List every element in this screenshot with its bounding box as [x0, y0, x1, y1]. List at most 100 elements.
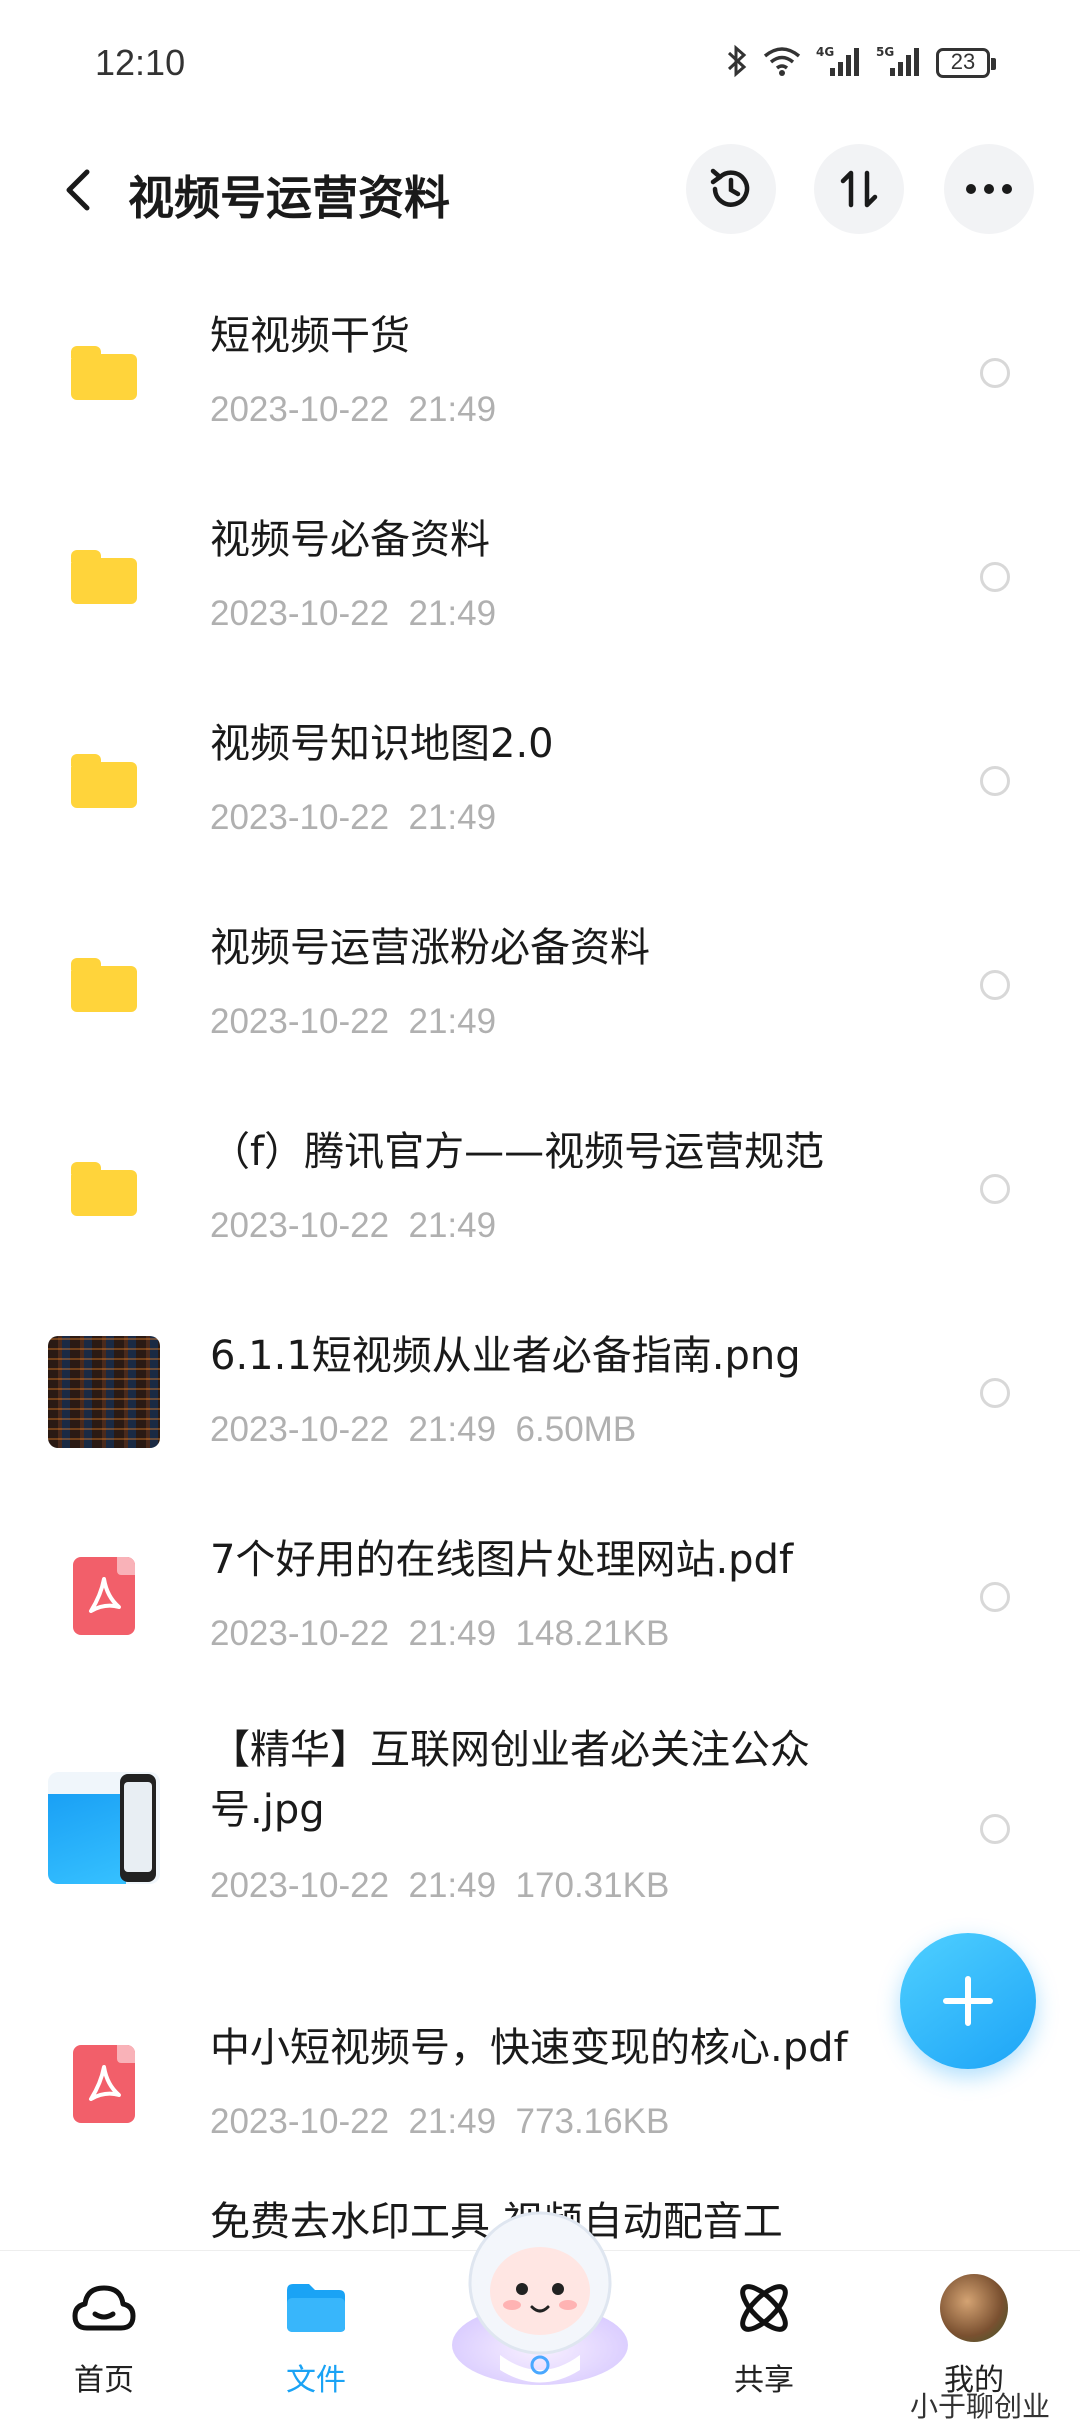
header: 视频号运营资料 [0, 140, 1080, 240]
file-row[interactable]: 7个好用的在线图片处理网站.pdf 2023-10-22 21:49 148.2… [0, 1494, 1080, 1694]
status-bar: 12:10 4G 5G 23 [0, 0, 1080, 130]
folder-icon [281, 2273, 351, 2343]
battery-level: 23 [950, 49, 976, 74]
pdf-icon [46, 1538, 162, 1654]
file-row[interactable]: 视频号必备资料 2023-10-22 21:49 [0, 474, 1080, 674]
sort-icon [840, 170, 878, 208]
bluetooth-icon [726, 44, 748, 82]
select-radio[interactable] [980, 562, 1010, 592]
page-title: 视频号运营资料 [128, 171, 450, 225]
file-time: 21:49 [408, 1206, 497, 1245]
file-size: 6.50MB [515, 1410, 637, 1449]
file-row[interactable]: （f）腾讯官方——视频号运营规范 2023-10-22 21:49 [0, 1086, 1080, 1286]
file-time: 21:49 [408, 1614, 497, 1653]
image-thumbnail [46, 1334, 162, 1450]
watermark: 小于聊创业 [909, 2390, 1050, 2423]
status-time: 12:10 [95, 42, 186, 83]
file-name: 7个好用的在线图片处理网站.pdf [210, 1537, 794, 1583]
file-name: 短视频干货 [210, 313, 410, 359]
image-thumbnail [46, 1770, 162, 1886]
file-meta: 2023-10-22 21:49 [210, 1206, 496, 1246]
file-row[interactable]: 6.1.1短视频从业者必备指南.png 2023-10-22 21:49 6.5… [0, 1290, 1080, 1490]
file-date: 2023-10-22 [210, 1866, 390, 1905]
file-time: 21:49 [408, 1002, 497, 1041]
select-radio[interactable] [980, 1378, 1010, 1408]
mascot-icon [452, 2211, 628, 2385]
file-meta: 2023-10-22 21:49 773.16KB [210, 2102, 669, 2142]
folder-icon [46, 314, 162, 430]
nav-label: 首页 [74, 2363, 134, 2398]
back-button[interactable] [50, 162, 106, 218]
file-size: 170.31KB [515, 1866, 670, 1905]
nav-share[interactable]: 共享 [684, 2273, 844, 2398]
more-icon [966, 184, 1012, 194]
file-meta: 2023-10-22 21:49 6.50MB [210, 1410, 636, 1450]
select-radio[interactable] [980, 1814, 1010, 1844]
file-size: 148.21KB [515, 1614, 670, 1653]
file-date: 2023-10-22 [210, 798, 390, 837]
network-label-2: 5G [876, 45, 894, 59]
history-button[interactable] [686, 144, 776, 234]
file-row[interactable]: 【精华】互联网创业者必关注公众号.jpg 2023-10-22 21:49 17… [0, 1698, 1080, 1958]
file-time: 21:49 [408, 390, 497, 429]
select-radio[interactable] [980, 1582, 1010, 1612]
file-name: 视频号运营涨粉必备资料 [210, 925, 650, 971]
status-icons: 4G 5G 23 [726, 44, 996, 82]
file-date: 2023-10-22 [210, 390, 390, 429]
file-name: 中小短视频号，快速变现的核心.pdf [210, 2025, 848, 2071]
file-size: 773.16KB [515, 2102, 670, 2141]
history-icon [710, 168, 750, 207]
cloud-home-icon [69, 2273, 139, 2343]
battery-icon: 23 [936, 48, 996, 78]
file-row[interactable]: 短视频干货 2023-10-22 21:49 [0, 270, 1080, 470]
file-row[interactable]: 视频号知识地图2.0 2023-10-22 21:49 [0, 678, 1080, 878]
file-name: 6.1.1短视频从业者必备指南.png [210, 1333, 801, 1379]
wifi-icon [762, 45, 802, 81]
file-meta: 2023-10-22 21:49 [210, 594, 496, 634]
nav-files[interactable]: 文件 [236, 2273, 396, 2398]
file-date: 2023-10-22 [210, 1206, 390, 1245]
file-meta: 2023-10-22 21:49 148.21KB [210, 1614, 669, 1654]
share-atom-icon [729, 2273, 799, 2343]
file-time: 21:49 [408, 2102, 497, 2141]
pdf-icon [46, 2026, 162, 2142]
folder-icon [46, 1130, 162, 1246]
nav-home[interactable]: 首页 [24, 2273, 184, 2398]
file-meta: 2023-10-22 21:49 170.31KB [210, 1866, 669, 1906]
mascot-button[interactable] [440, 2195, 640, 2395]
nav-profile[interactable]: 我的 [894, 2273, 1054, 2398]
network-label-1: 4G [816, 45, 834, 59]
signal-icon: 5G [876, 44, 922, 82]
file-meta: 2023-10-22 21:49 [210, 390, 496, 430]
file-time: 21:49 [408, 1410, 497, 1449]
more-button[interactable] [944, 144, 1034, 234]
avatar [939, 2273, 1009, 2343]
plus-icon [943, 1976, 993, 2026]
select-radio[interactable] [980, 766, 1010, 796]
file-time: 21:49 [408, 594, 497, 633]
select-radio[interactable] [980, 1174, 1010, 1204]
file-meta: 2023-10-22 21:49 [210, 1002, 496, 1042]
folder-icon [46, 518, 162, 634]
file-time: 21:49 [408, 798, 497, 837]
nav-label: 文件 [286, 2363, 346, 2398]
file-name: 视频号必备资料 [210, 517, 490, 563]
file-date: 2023-10-22 [210, 594, 390, 633]
file-time: 21:49 [408, 1866, 497, 1905]
file-name: 【精华】互联网创业者必关注公众号.jpg [210, 1727, 810, 1833]
file-name: 视频号知识地图2.0 [210, 721, 554, 767]
select-radio[interactable] [980, 970, 1010, 1000]
select-radio[interactable] [980, 358, 1010, 388]
file-row[interactable]: 视频号运营涨粉必备资料 2023-10-22 21:49 [0, 882, 1080, 1082]
file-date: 2023-10-22 [210, 2102, 390, 2141]
signal-icon: 4G [816, 44, 862, 82]
nav-label: 共享 [734, 2363, 794, 2398]
file-meta: 2023-10-22 21:49 [210, 798, 496, 838]
chevron-left-icon [66, 169, 90, 211]
sort-button[interactable] [814, 144, 904, 234]
file-date: 2023-10-22 [210, 1410, 390, 1449]
folder-icon [46, 926, 162, 1042]
folder-icon [46, 722, 162, 838]
file-name: （f）腾讯官方——视频号运营规范 [210, 1129, 825, 1175]
add-button[interactable] [900, 1933, 1036, 2069]
